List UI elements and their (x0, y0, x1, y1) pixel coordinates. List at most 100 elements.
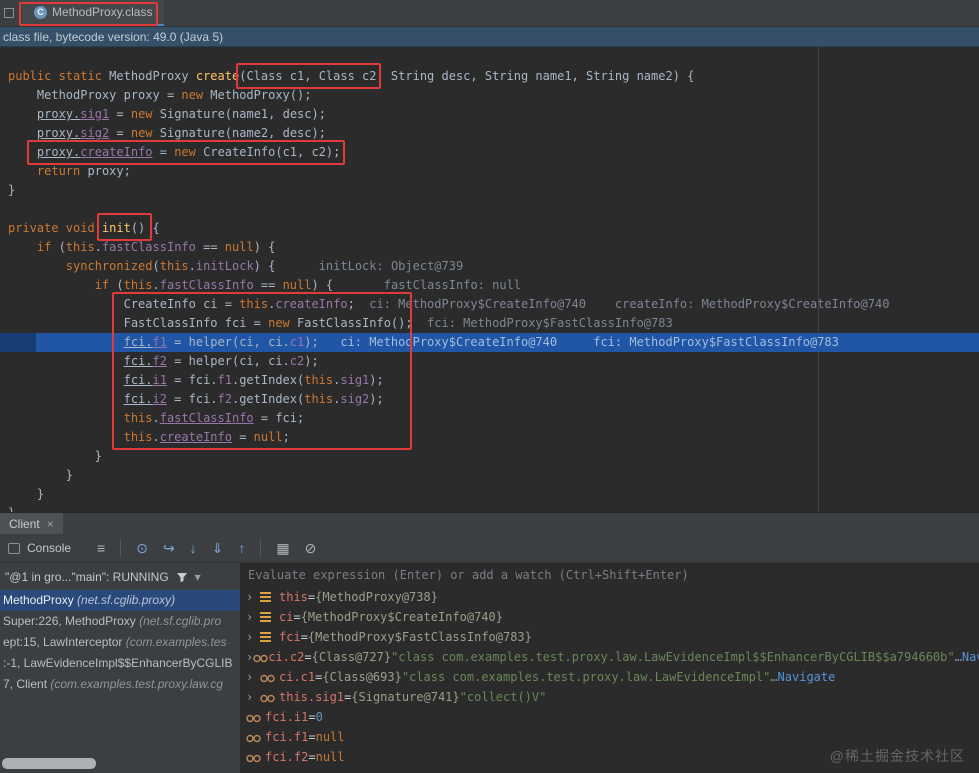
code-line[interactable]: this.fastClassInfo = fci; (0, 409, 979, 428)
variable-row[interactable]: › this.sig1 = {Signature@741} "collect()V… (240, 687, 979, 707)
equals-sign: = (308, 750, 316, 764)
expand-chevron-icon[interactable]: › (246, 690, 260, 704)
tab-list-icon[interactable] (4, 8, 14, 18)
frame-row[interactable]: :-1, LawEvidenceImpl$$EnhancerByCGLIB (0, 653, 240, 674)
watch-glasses-icon (260, 672, 279, 683)
equals-sign: = (344, 690, 352, 704)
code-line[interactable]: FastClassInfo fci = new FastClassInfo();… (0, 314, 979, 333)
code-segment: ); (369, 373, 384, 387)
variable-row[interactable]: › this = {MethodProxy@738} (240, 587, 979, 607)
variable-row[interactable]: › ci = {MethodProxy$CreateInfo@740} (240, 607, 979, 627)
variable-row[interactable]: › fci = {MethodProxy$FastClassInfo@783} (240, 627, 979, 647)
code-segment: fastClassInfo (159, 278, 254, 292)
expand-chevron-icon[interactable]: › (246, 590, 260, 604)
code-segment: FastClassInfo(); (289, 316, 413, 330)
mute-breakpoints-icon[interactable]: ⊘ (305, 541, 317, 555)
toolbar-separator (120, 540, 122, 556)
step-out-icon[interactable]: ↑ (238, 541, 245, 555)
java-class-icon: C (34, 5, 47, 19)
variable-value: "collect()V" (459, 690, 547, 704)
editor-tab-methodproxy[interactable]: C MethodProxy.class (22, 0, 165, 26)
code-segment: fastClassInfo (159, 411, 254, 425)
variable-row[interactable]: fci.i1 = 0 (240, 707, 979, 727)
close-icon[interactable]: × (47, 517, 54, 531)
code-line[interactable]: if (this.fastClassInfo == null) { fastCl… (0, 276, 979, 295)
filter-icon[interactable] (176, 571, 188, 583)
code-line[interactable]: proxy.createInfo = new CreateInfo(c1, c2… (0, 143, 979, 162)
inline-debug-hint: ci: MethodProxy$CreateInfo@740 createInf… (354, 297, 890, 311)
equals-sign: = (315, 670, 323, 684)
expand-chevron-icon[interactable]: › (246, 630, 260, 644)
frame-row[interactable]: 7, Client (com.examples.test.proxy.law.c… (0, 674, 240, 695)
layout-menu-icon[interactable]: ≡ (97, 541, 105, 555)
code-segment: ) { (253, 259, 276, 273)
code-line[interactable]: public static MethodProxy create(Class c… (0, 67, 979, 86)
frame-location: ept:15, LawInterceptor (3, 635, 126, 649)
expand-chevron-icon[interactable]: › (246, 610, 260, 624)
code-segment: () { (130, 221, 160, 235)
code-line[interactable]: fci.i2 = fci.f2.getIndex(this.sig2); (0, 390, 979, 409)
code-line[interactable]: return proxy; (0, 162, 979, 181)
show-execution-point-icon[interactable]: ⊙ (136, 541, 148, 555)
variable-name: this (279, 590, 308, 604)
code-segment: = fci. (166, 373, 218, 387)
variable-row[interactable]: › ci.c2 = {Class@727} "class com.examples… (240, 647, 979, 667)
code-segment: == (195, 240, 225, 254)
navigate-link[interactable]: Navigate (962, 650, 979, 664)
view-breakpoints-icon[interactable]: ▦ (276, 541, 289, 555)
expand-chevron-icon[interactable]: › (246, 650, 253, 664)
code-line[interactable]: fci.f2 = helper(ci, ci.c2); (0, 352, 979, 371)
code-line[interactable]: proxy.sig1 = new Signature(name1, desc); (0, 105, 979, 124)
code-line[interactable]: if (this.fastClassInfo == null) { (0, 238, 979, 257)
toolbar-separator (260, 540, 262, 556)
code-segment: ( (109, 278, 124, 292)
navigate-link[interactable]: Navigate (778, 670, 836, 684)
equals-sign: = (307, 590, 316, 604)
code-line[interactable] (0, 200, 979, 219)
frame-location: MethodProxy (3, 593, 78, 607)
equals-sign: = (308, 710, 316, 724)
step-over-icon[interactable]: ↪ (163, 541, 175, 555)
code-segment: i2 (152, 392, 167, 406)
code-line[interactable]: private void init() { (0, 219, 979, 238)
code-line[interactable]: fci.i1 = fci.f1.getIndex(this.sig1); (0, 371, 979, 390)
code-line[interactable]: proxy.sig2 = new Signature(name2, desc); (0, 124, 979, 143)
frame-row[interactable]: ept:15, LawInterceptor (com.examples.tes (0, 632, 240, 653)
execution-line[interactable]: fci.f1 = helper(ci, ci.c1); ci: MethodPr… (0, 333, 979, 352)
code-line[interactable]: MethodProxy proxy = new MethodProxy(); (0, 86, 979, 105)
variable-row[interactable]: › ci.c1 = {Class@693} "class com.examples… (240, 667, 979, 687)
code-segment: FastClassInfo fci = (8, 316, 269, 330)
code-segment: .getIndex( (231, 392, 305, 406)
horizontal-scrollbar-thumb[interactable] (2, 758, 96, 769)
code-line[interactable]: } (0, 504, 979, 512)
code-line[interactable]: CreateInfo ci = this.createInfo; ci: Met… (0, 295, 979, 314)
code-line[interactable]: this.createInfo = null; (0, 428, 979, 447)
code-segment: new (174, 145, 196, 159)
evaluate-expression-input[interactable]: Evaluate expression (Enter) or add a wat… (240, 563, 979, 587)
frame-row[interactable]: Super:226, MethodProxy (net.sf.cglib.pro (0, 611, 240, 632)
step-into-icon[interactable]: ↓ (190, 541, 197, 555)
debug-toolbar: Console ≡ ⊙ ↪ ↓ ⇓ ↑ ▦ ⊘ (0, 534, 979, 563)
code-segment: create (195, 69, 240, 83)
code-editor[interactable]: public static MethodProxy create(Class c… (0, 47, 979, 512)
code-line[interactable]: synchronized(this.initLock) { initLock: … (0, 257, 979, 276)
variable-value: {MethodProxy$FastClassInfo@783} (307, 630, 532, 644)
code-line[interactable]: } (0, 181, 979, 200)
caret-down-icon[interactable]: ▾ (195, 570, 201, 584)
thread-selector[interactable]: "@1 in gro..."main": RUNNING ▾ (0, 563, 240, 590)
variable-icon (260, 632, 279, 642)
code-segment: Signature(name1, desc); (152, 107, 326, 121)
code-line[interactable]: } (0, 485, 979, 504)
code-line[interactable]: } (0, 466, 979, 485)
code-line[interactable]: } (0, 447, 979, 466)
frame-row[interactable]: MethodProxy (net.sf.cglib.proxy) (0, 590, 240, 611)
code-segment: this (304, 373, 334, 387)
console-tab-label[interactable]: Console (27, 541, 71, 555)
debug-session-tab[interactable]: Client × (0, 513, 63, 534)
expand-chevron-icon[interactable]: › (246, 670, 260, 684)
force-step-into-icon[interactable]: ⇓ (212, 541, 224, 555)
variable-row[interactable]: fci.f1 = null (240, 727, 979, 747)
